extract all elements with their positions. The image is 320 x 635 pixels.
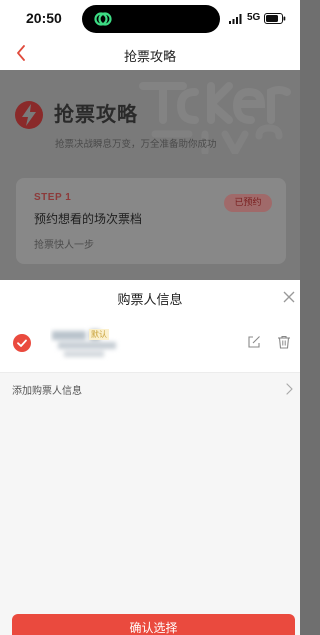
default-tag: 默认 bbox=[89, 329, 109, 340]
blurred-buyer-name bbox=[52, 330, 116, 357]
close-icon[interactable] bbox=[282, 290, 296, 304]
confirm-button[interactable]: 确认选择 bbox=[12, 614, 295, 635]
step-card: STEP 1 预约想看的场次票档 抢票快人一步 已预约 bbox=[16, 178, 286, 264]
battery-icon bbox=[264, 13, 286, 24]
edit-icon[interactable] bbox=[247, 335, 261, 349]
buyer-info-sheet: 购票人信息 默认 添加购票人信息 确认选择 bbox=[0, 280, 300, 635]
add-buyer-row[interactable]: 添加购票人信息 bbox=[0, 372, 300, 404]
checkmark-icon[interactable] bbox=[13, 334, 31, 352]
trash-icon[interactable] bbox=[277, 335, 291, 349]
reserved-badge: 已预约 bbox=[224, 194, 272, 212]
island-app-icon bbox=[94, 12, 112, 26]
sheet-header: 购票人信息 bbox=[0, 280, 300, 314]
page-title: 抢票攻略 bbox=[123, 50, 176, 65]
step-description: 抢票快人一步 bbox=[34, 240, 94, 251]
chevron-right-icon bbox=[286, 383, 293, 395]
status-bar: 20:50 5G bbox=[0, 0, 300, 38]
guide-title: 抢票攻略 bbox=[54, 102, 138, 126]
network-type: 5G bbox=[247, 12, 261, 23]
signal-icon bbox=[229, 14, 242, 24]
status-time: 20:50 bbox=[26, 10, 62, 26]
guide-background: 抢票攻略 抢票决战瞬息万变，万全准备助你成功 STEP 1 预约想看的场次票档 … bbox=[0, 70, 300, 280]
dynamic-island bbox=[82, 5, 220, 33]
add-buyer-label: 添加购票人信息 bbox=[12, 386, 82, 397]
sheet-title: 购票人信息 bbox=[117, 293, 183, 308]
buyer-row[interactable]: 默认 bbox=[0, 314, 300, 372]
step-title: 预约想看的场次票档 bbox=[34, 212, 143, 226]
nav-bar: 抢票攻略 bbox=[0, 38, 300, 70]
guide-subtitle: 抢票决战瞬息万变，万全准备助你成功 bbox=[55, 139, 217, 150]
step-label: STEP 1 bbox=[34, 192, 72, 203]
lightning-icon bbox=[15, 101, 43, 129]
